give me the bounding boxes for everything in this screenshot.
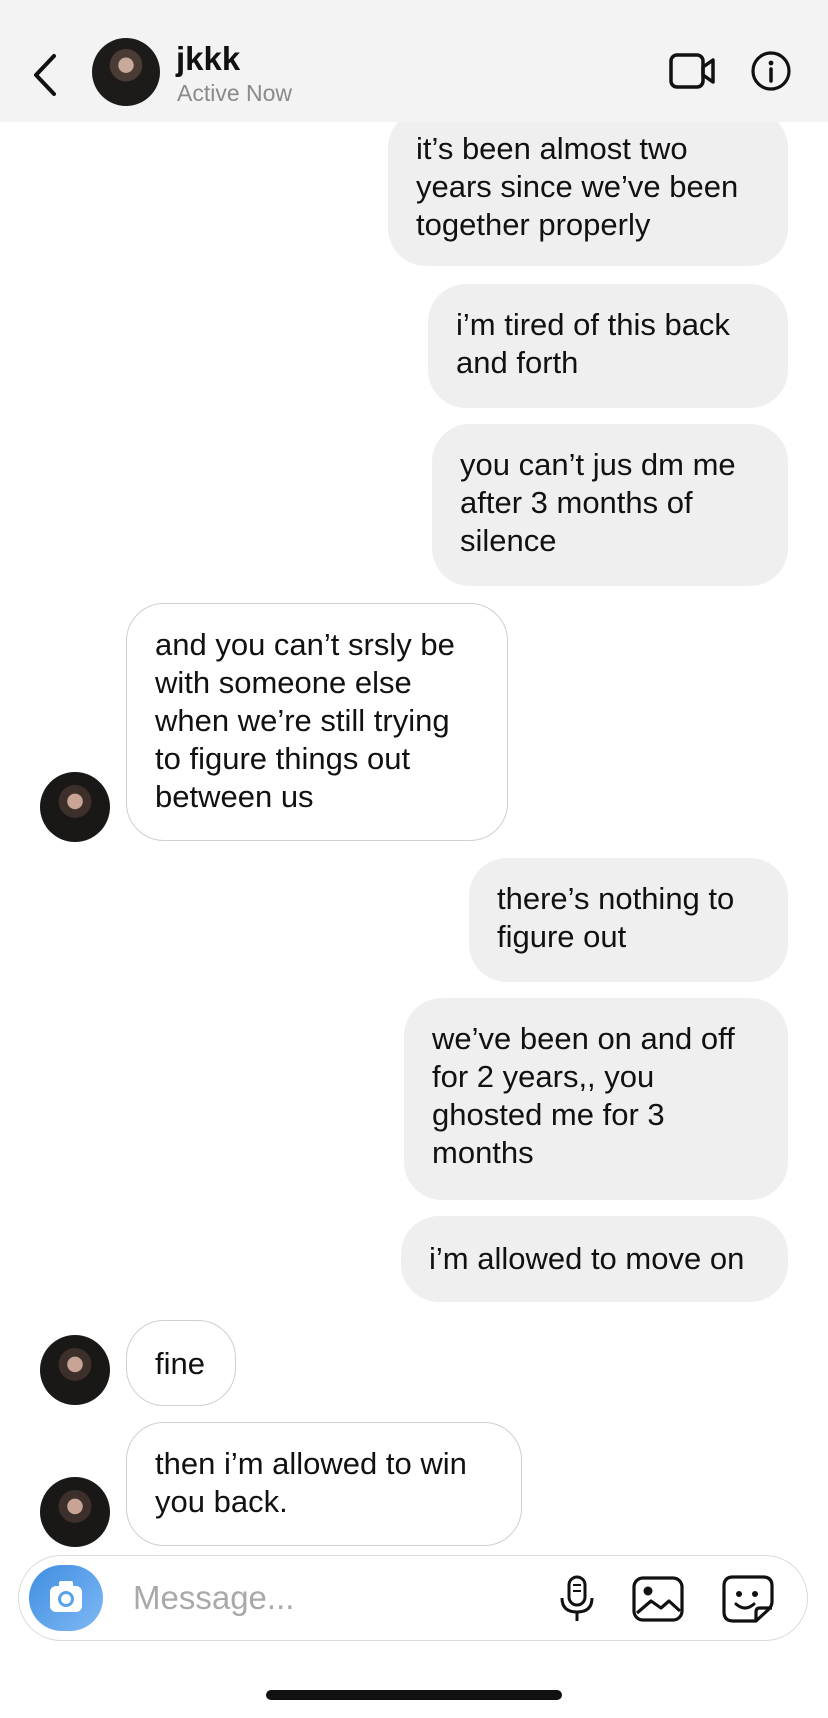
message-received[interactable]: then i’m allowed to win you back. — [126, 1422, 522, 1546]
message-input[interactable]: Message... — [133, 1579, 294, 1617]
home-indicator — [266, 1690, 562, 1700]
back-chevron-icon[interactable] — [26, 50, 66, 100]
message-received[interactable]: and you can’t srsly be with someone else… — [126, 603, 508, 841]
message-thread: it’s been almost two years since we’ve b… — [0, 0, 828, 1556]
message-composer: Message... — [18, 1555, 808, 1641]
contact-name[interactable]: jkkk — [176, 40, 240, 78]
message-received[interactable]: fine — [126, 1320, 236, 1406]
message-sent[interactable]: there’s nothing to figure out — [469, 858, 788, 982]
contact-avatar[interactable] — [40, 1477, 110, 1547]
message-sent[interactable]: you can’t jus dm me after 3 months of si… — [432, 424, 788, 586]
sticker-icon[interactable] — [721, 1574, 775, 1624]
active-status: Active Now — [177, 80, 293, 106]
message-sent[interactable]: we’ve been on and off for 2 years,, you … — [404, 998, 788, 1200]
chat-header: jkkk Active Now — [0, 0, 828, 122]
header-avatar[interactable] — [92, 38, 160, 106]
video-call-icon[interactable] — [668, 50, 716, 92]
microphone-icon[interactable] — [555, 1574, 599, 1624]
info-icon[interactable] — [750, 50, 792, 92]
contact-avatar[interactable] — [40, 772, 110, 842]
camera-icon — [50, 1581, 82, 1612]
message-sent[interactable]: i’m allowed to move on — [401, 1216, 788, 1302]
contact-avatar[interactable] — [40, 1335, 110, 1405]
message-sent[interactable]: i’m tired of this back and forth — [428, 284, 788, 408]
message-sent[interactable]: it’s been almost two years since we’ve b… — [388, 110, 788, 266]
gallery-icon[interactable] — [631, 1575, 685, 1623]
camera-button[interactable] — [29, 1565, 103, 1631]
